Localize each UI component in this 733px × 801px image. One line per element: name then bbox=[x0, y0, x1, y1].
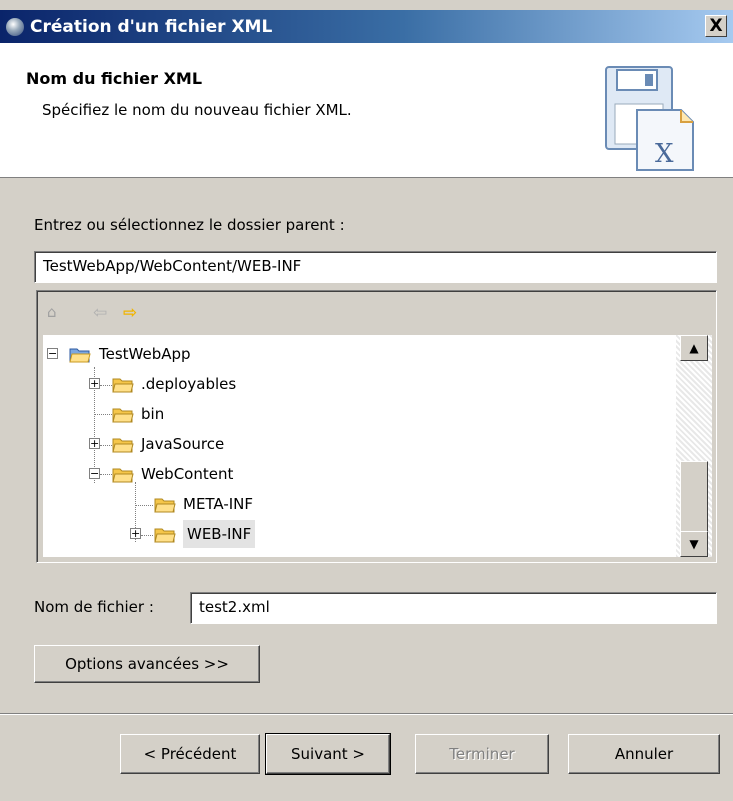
window-title: Création d'un fichier XML bbox=[30, 17, 273, 37]
folder-icon bbox=[112, 378, 134, 393]
tree-item-label-selected: WEB-INF bbox=[183, 520, 256, 548]
svg-text:X: X bbox=[655, 139, 674, 169]
scroll-thumb[interactable] bbox=[680, 461, 708, 541]
tree-item-bin[interactable]: bin bbox=[43, 400, 643, 428]
eclipse-icon bbox=[6, 18, 24, 36]
home-icon[interactable]: ⌂ bbox=[47, 303, 57, 321]
parent-folder-label: Entrez ou sélectionnez le dossier parent… bbox=[34, 216, 345, 234]
parent-folder-input[interactable]: TestWebApp/WebContent/WEB-INF bbox=[34, 251, 717, 283]
folder-icon bbox=[112, 468, 134, 483]
tree-item-label: JavaSource bbox=[141, 435, 225, 453]
tree-item-testwebapp[interactable]: − TestWebApp bbox=[43, 340, 643, 368]
dialog-window: Création d'un fichier XML X Nom du fichi… bbox=[0, 0, 733, 801]
tree-item-label: TestWebApp bbox=[99, 345, 191, 363]
forward-arrow-icon[interactable]: ⇨ bbox=[123, 303, 137, 323]
page-heading: Nom du fichier XML bbox=[26, 69, 203, 88]
expand-toggle[interactable]: + bbox=[89, 378, 100, 389]
tree-scrollbar[interactable]: ▲ ▼ bbox=[676, 335, 712, 557]
expand-toggle[interactable]: + bbox=[89, 438, 100, 449]
header-banner: Nom du fichier XML Spécifiez le nom du n… bbox=[0, 43, 733, 178]
tree-item-web-inf[interactable]: + WEB-INF bbox=[43, 520, 643, 548]
folder-tree[interactable]: − TestWebApp + .deployables bin + JavaSo… bbox=[43, 335, 676, 557]
scroll-down-button[interactable]: ▼ bbox=[680, 531, 708, 557]
tree-item-webcontent[interactable]: − WebContent bbox=[43, 460, 643, 488]
collapse-toggle[interactable]: − bbox=[47, 348, 58, 359]
finish-button[interactable]: Terminer bbox=[415, 734, 549, 774]
folder-icon bbox=[154, 498, 176, 513]
footer-separator bbox=[0, 713, 733, 715]
folder-icon bbox=[154, 528, 176, 543]
tree-item-javasource[interactable]: + JavaSource bbox=[43, 430, 643, 458]
tree-item-label: META-INF bbox=[183, 495, 254, 513]
next-button[interactable]: Suivant > bbox=[265, 733, 391, 775]
scroll-up-button[interactable]: ▲ bbox=[680, 335, 708, 361]
expand-toggle[interactable]: + bbox=[130, 528, 141, 539]
folder-tree-panel: ⌂ ⇦ ⇨ − TestWebApp + .deployables bin + … bbox=[36, 290, 717, 563]
tree-item-label: .deployables bbox=[141, 375, 237, 393]
close-button[interactable]: X bbox=[705, 15, 727, 37]
tree-item-meta-inf[interactable]: META-INF bbox=[43, 490, 643, 518]
folder-icon bbox=[112, 408, 134, 423]
tree-item-label: WebContent bbox=[141, 465, 234, 483]
file-name-label: Nom de fichier : bbox=[34, 598, 154, 616]
tree-item-label: bin bbox=[141, 405, 165, 423]
advanced-options-button[interactable]: Options avancées >> bbox=[34, 645, 260, 683]
cancel-button[interactable]: Annuler bbox=[568, 734, 720, 774]
page-description: Spécifiez le nom du nouveau fichier XML. bbox=[42, 101, 352, 119]
xml-file-wizard-icon: X bbox=[605, 66, 694, 171]
title-bar[interactable]: Création d'un fichier XML bbox=[0, 10, 733, 43]
back-arrow-icon[interactable]: ⇦ bbox=[93, 303, 107, 323]
tree-item-deployables[interactable]: + .deployables bbox=[43, 370, 643, 398]
file-name-input[interactable]: test2.xml bbox=[190, 592, 717, 624]
back-button[interactable]: < Précédent bbox=[120, 734, 260, 774]
project-folder-icon bbox=[69, 348, 91, 363]
collapse-toggle[interactable]: − bbox=[89, 468, 100, 479]
folder-icon bbox=[112, 438, 134, 453]
